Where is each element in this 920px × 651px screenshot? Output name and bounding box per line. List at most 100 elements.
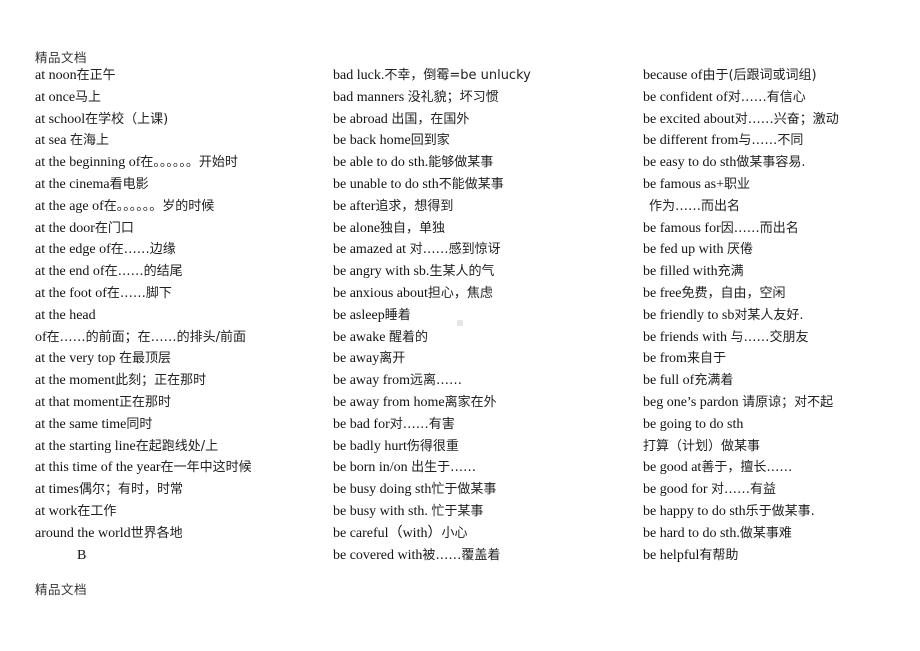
- english-phrase: at the head: [35, 307, 96, 323]
- english-phrase: be badly hurt: [333, 438, 407, 454]
- english-phrase: be famous for: [643, 220, 721, 236]
- chinese-meaning: 偶尔；有时，时常: [78, 482, 183, 498]
- chinese-meaning: 离家在外: [444, 394, 497, 410]
- phrase-entry: be free免费，自由，空闲: [643, 283, 918, 305]
- chinese-meaning: 马上: [75, 89, 102, 105]
- phrase-entry: be good at善于，擅长……: [643, 457, 918, 479]
- phrase-entry: be away from home离家在外: [333, 392, 633, 414]
- english-phrase: be free: [643, 285, 682, 301]
- english-phrase: be away: [333, 351, 380, 367]
- english-phrase: be away from home: [333, 394, 445, 410]
- phrase-entry: of在……的前面；在……的排头/前面: [35, 327, 325, 349]
- phrase-entry: around the world世界各地: [35, 523, 325, 545]
- phrase-entry: at this time of the year在一年中这时候: [35, 457, 325, 479]
- phrase-entry: at work在工作: [35, 501, 325, 523]
- phrase-entry: be different from与……不同: [643, 130, 918, 152]
- phrase-column-middle: bad luck.不幸，倒霉=be unlucky bad manners 没礼貌…: [333, 65, 633, 566]
- phrase-entry: be awake 醒着的: [333, 327, 633, 349]
- chinese-meaning: 能够做某事: [428, 155, 494, 171]
- chinese-meaning: 此刻；正在那时: [115, 373, 207, 389]
- phrase-entry: B: [35, 545, 325, 567]
- phrase-entry: be going to do sth: [643, 414, 918, 436]
- chinese-meaning: 作为……而出名: [649, 198, 741, 214]
- chinese-meaning: 与……不同: [738, 133, 804, 149]
- chinese-meaning: 对……兴奋；激动: [734, 111, 839, 127]
- chinese-meaning: 生某人的气: [429, 264, 495, 280]
- english-phrase: be born in/on: [333, 460, 412, 476]
- english-phrase: be anxious about: [333, 285, 428, 301]
- chinese-meaning: 追求，想得到: [375, 198, 454, 214]
- english-phrase: be covered with: [333, 547, 423, 563]
- english-phrase: because of: [643, 68, 703, 83]
- chinese-meaning: 小心: [441, 525, 468, 541]
- english-phrase: be back home: [333, 133, 411, 149]
- phrase-entry: be easy to do sth做某事容易.: [643, 152, 918, 174]
- english-phrase: at the edge of: [35, 242, 111, 258]
- english-phrase: be good at: [643, 460, 702, 476]
- phrase-entry: bad luck.不幸，倒霉=be unlucky: [333, 65, 633, 87]
- chinese-meaning: 伤得很重: [406, 438, 459, 454]
- phrase-entry: be hard to do sth.做某事难: [643, 523, 918, 545]
- phrase-entry: be helpful有帮助: [643, 545, 918, 567]
- chinese-meaning: 来自于: [686, 351, 726, 367]
- english-phrase: beg one’s pardon: [643, 394, 743, 410]
- chinese-meaning: 看电影: [109, 176, 149, 192]
- phrase-entry: at the cinema看电影: [35, 174, 325, 196]
- english-phrase: be angry with sb.: [333, 264, 430, 280]
- chinese-meaning: 世界各地: [130, 525, 183, 541]
- phrase-entry: be born in/on 出生于……: [333, 457, 633, 479]
- english-phrase: at once: [35, 89, 76, 105]
- chinese-meaning: 出国，在国外: [391, 111, 470, 127]
- english-phrase: be friends with: [643, 329, 731, 345]
- english-phrase: be famous as+: [643, 176, 724, 192]
- english-phrase: at that moment: [35, 394, 119, 410]
- chinese-meaning: 由于(后跟词或词组): [702, 68, 817, 83]
- english-phrase: be different from: [643, 133, 739, 149]
- english-phrase: be filled with: [643, 264, 718, 280]
- english-phrase: be easy to do sth: [643, 155, 737, 171]
- phrase-entry: be busy doing sth忙于做某事: [333, 479, 633, 501]
- english-phrase: be abroad: [333, 111, 392, 127]
- phrase-entry: at school在学校（上课): [35, 109, 325, 131]
- english-phrase: around the world: [35, 525, 131, 541]
- chinese-meaning: 忙于某事: [431, 503, 484, 519]
- chinese-meaning: 在……边缘: [110, 242, 176, 258]
- phrase-entry: 作为……而出名: [643, 196, 918, 218]
- chinese-meaning: 不幸，倒霉=be unlucky: [384, 68, 531, 83]
- chinese-meaning: 在最顶层: [118, 351, 171, 367]
- chinese-meaning: 对……有益: [711, 482, 777, 498]
- header-watermark: 精品文档: [35, 50, 88, 65]
- phrase-entry: 打算（计划）做某事: [643, 436, 918, 458]
- chinese-meaning: 做某事难: [739, 525, 792, 541]
- english-phrase: be going to do sth: [643, 416, 744, 432]
- english-phrase: bad manners: [333, 89, 408, 105]
- chinese-meaning: 善于，擅长……: [701, 460, 793, 476]
- phrase-entry: be after追求，想得到: [333, 196, 633, 218]
- english-phrase: at noon: [35, 68, 77, 83]
- phrase-column-right: because of由于(后跟词或词组) be confident of对……有信…: [643, 65, 918, 566]
- phrase-entry: be careful（with）小心: [333, 523, 633, 545]
- chinese-meaning: 被……覆盖着: [422, 547, 501, 563]
- chinese-meaning: 在正午: [76, 68, 116, 83]
- english-phrase: be busy doing sth: [333, 482, 432, 498]
- english-phrase: B: [77, 547, 87, 563]
- phrase-entry: at the edge of在……边缘: [35, 239, 325, 261]
- chinese-meaning: 对……有害: [389, 416, 455, 432]
- chinese-meaning: 有帮助: [699, 547, 739, 563]
- english-phrase: at the beginning of: [35, 155, 141, 171]
- footer-watermark: 精品文档: [35, 582, 88, 597]
- phrase-entry: at the end of在……的结尾: [35, 261, 325, 283]
- english-phrase: be alone: [333, 220, 381, 236]
- chinese-meaning: 担心，焦虑: [427, 285, 493, 301]
- chinese-meaning: 不能做某事: [438, 176, 504, 192]
- english-phrase: be careful（with）: [333, 525, 442, 541]
- english-phrase: be hard to do sth.: [643, 525, 740, 541]
- phrase-entry: at sea 在海上: [35, 130, 325, 152]
- chinese-meaning: 因……而出名: [720, 220, 799, 236]
- chinese-meaning: 厌倦: [726, 242, 753, 258]
- phrase-entry: be fed up with 厌倦: [643, 239, 918, 261]
- english-phrase: be helpful: [643, 547, 700, 563]
- english-phrase: be away from: [333, 373, 410, 389]
- english-phrase: be happy to do sth: [643, 503, 746, 519]
- phrase-entry: be friends with 与……交朋友: [643, 327, 918, 349]
